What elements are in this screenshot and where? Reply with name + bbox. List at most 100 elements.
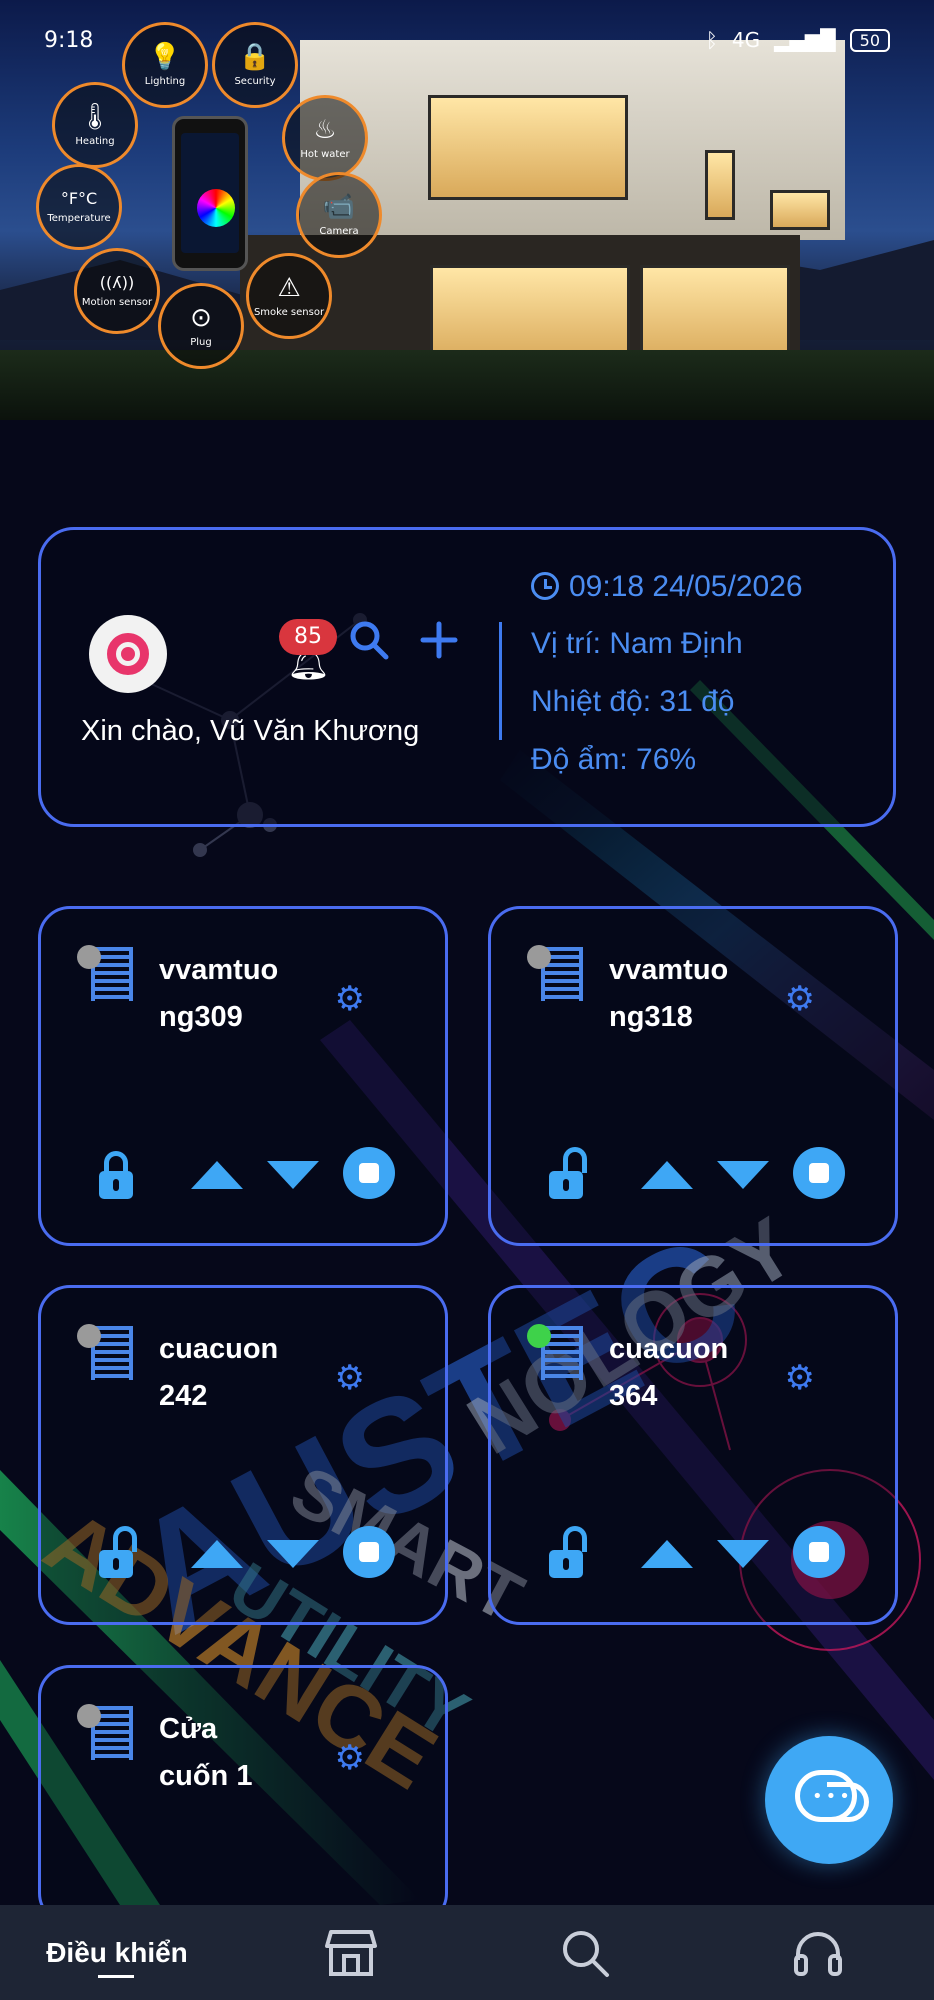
- signal-icon: ▂▄▆█: [774, 28, 836, 52]
- feature-hot-water-icon: ♨ Hot water: [282, 95, 368, 181]
- shutter-down-button[interactable]: [717, 1540, 769, 1568]
- hero-banner: 9:18 ᛒ 4G ▂▄▆█ 50 💡 Lighting 🔒 Security ♨ Hot…: [0, 0, 934, 420]
- device-name-line1: Cửa: [159, 1713, 218, 1745]
- device-card[interactable]: Cửa cuốn 1 ⚙: [38, 1665, 448, 1925]
- shutter-down-button[interactable]: [267, 1540, 319, 1568]
- feature-label: Smoke sensor: [253, 306, 325, 318]
- gear-icon[interactable]: ⚙: [785, 1358, 815, 1398]
- network-label: 4G: [731, 28, 761, 52]
- hot-water-icon: ♨: [313, 114, 337, 145]
- headset-icon: [794, 1931, 842, 1976]
- datetime-text: 09:18 24/05/2026: [569, 570, 803, 603]
- feature-label: Camera: [319, 225, 359, 237]
- device-name: Cửa cuốn 1: [159, 1706, 349, 1800]
- avatar[interactable]: [89, 615, 167, 693]
- camera-icon: 📹: [322, 191, 356, 222]
- device-status-dot: [77, 945, 101, 969]
- shutter-down-button[interactable]: [717, 1161, 769, 1189]
- device-card[interactable]: cuacuon 364 ⚙: [488, 1285, 898, 1625]
- search-icon: [563, 1930, 609, 1977]
- location-text: Vị trí: Nam Định: [531, 627, 743, 660]
- device-name-line2: 242: [159, 1380, 208, 1412]
- device-name: vvamtuo ng309: [159, 947, 349, 1041]
- unlock-icon[interactable]: [549, 1526, 587, 1578]
- nav-store[interactable]: [234, 1905, 468, 2000]
- device-name-line2: cuốn 1: [159, 1760, 253, 1792]
- shutter-stop-button[interactable]: [793, 1147, 845, 1199]
- shutter-stop-button[interactable]: [343, 1526, 395, 1578]
- greeting-text: Xin chào, Vũ Văn Khương: [81, 715, 420, 747]
- device-status-dot: [77, 1324, 101, 1348]
- notification-badge: 85: [279, 619, 337, 655]
- lock-icon[interactable]: [99, 1151, 133, 1199]
- temperature-text: Nhiệt độ: 31 độ: [531, 685, 735, 718]
- shutter-up-button[interactable]: [191, 1161, 243, 1189]
- feature-label: Heating: [75, 135, 115, 147]
- shutter-up-button[interactable]: [641, 1540, 693, 1568]
- feature-label: Hot water: [300, 148, 350, 160]
- search-button[interactable]: [345, 618, 393, 674]
- humidity-text: Độ ẩm: 76%: [531, 743, 697, 776]
- shutter-stop-button[interactable]: [343, 1147, 395, 1199]
- nav-search[interactable]: [468, 1905, 702, 2000]
- device-status-dot: [77, 1704, 101, 1728]
- notification-button[interactable]: 🔔︎ 85: [279, 619, 337, 683]
- lock-icon: 🔒: [238, 41, 272, 72]
- status-time: 9:18: [44, 28, 94, 53]
- search-icon: [350, 621, 389, 660]
- gear-icon[interactable]: ⚙: [335, 1358, 365, 1398]
- device-card[interactable]: vvamtuo ng309 ⚙: [38, 906, 448, 1246]
- smoke-sensor-icon: ⚠: [277, 272, 301, 303]
- feature-camera-icon: 📹 Camera: [296, 172, 382, 258]
- unlock-icon[interactable]: [99, 1526, 137, 1578]
- feature-smoke-sensor-icon: ⚠ Smoke sensor: [246, 253, 332, 339]
- info-card: 🔔︎ 85 Xin chào, Vũ Văn Khương 09:18 24/0…: [38, 527, 896, 827]
- feature-thermometer-icon: 🌡 Heating: [52, 82, 138, 168]
- feature-label: Plug: [190, 336, 212, 348]
- lightbulb-icon: 💡: [148, 41, 182, 72]
- lawn: [0, 350, 934, 420]
- shutter-stop-button[interactable]: [793, 1526, 845, 1578]
- device-name-line1: vvamtuo: [609, 954, 729, 986]
- device-card[interactable]: vvamtuo ng318 ⚙: [488, 906, 898, 1246]
- bottom-navigation: Điều khiển: [0, 1905, 934, 2000]
- gear-icon[interactable]: ⚙: [335, 979, 365, 1019]
- feature-label: Motion sensor: [81, 296, 153, 308]
- info-divider: [499, 622, 502, 740]
- gear-icon[interactable]: ⚙: [785, 979, 815, 1019]
- device-status-dot: [527, 945, 551, 969]
- chat-button[interactable]: •••: [765, 1736, 893, 1864]
- datetime-row: 09:18 24/05/2026: [531, 570, 803, 604]
- feature-label: Lighting: [144, 75, 186, 87]
- plus-icon: [420, 621, 458, 659]
- clock-icon: [531, 572, 559, 600]
- gear-icon[interactable]: ⚙: [335, 1738, 365, 1778]
- smartphone-illustration: [172, 116, 248, 271]
- temperature-icon: °F°C: [60, 188, 98, 208]
- store-icon: [325, 1929, 377, 1976]
- shutter-up-button[interactable]: [641, 1161, 693, 1189]
- device-status-dot: [527, 1324, 551, 1348]
- device-name-line1: cuacuon: [609, 1333, 729, 1365]
- shutter-down-button[interactable]: [267, 1161, 319, 1189]
- chat-icon: •••: [795, 1770, 857, 1822]
- nav-support[interactable]: [702, 1905, 934, 2000]
- shutter-up-button[interactable]: [191, 1540, 243, 1568]
- device-name-line2: 364: [609, 1380, 658, 1412]
- device-name: vvamtuo ng318: [609, 947, 799, 1041]
- add-device-button[interactable]: [415, 618, 463, 674]
- feature-motion-sensor-icon: ((ʎ)) Motion sensor: [74, 248, 160, 334]
- device-card[interactable]: cuacuon 242 ⚙: [38, 1285, 448, 1625]
- feature-plug-icon: ⊙ Plug: [158, 283, 244, 369]
- status-icons: ᛒ 4G ▂▄▆█ 50: [706, 28, 890, 52]
- unlock-icon[interactable]: [549, 1147, 587, 1199]
- feature-label: Temperature: [47, 212, 111, 224]
- nav-control[interactable]: Điều khiển: [0, 1905, 234, 2000]
- nav-control-label: Điều khiển: [46, 1936, 188, 1968]
- feature-label: Security: [234, 75, 276, 87]
- device-name-line2: ng318: [609, 1001, 693, 1033]
- nav-active-indicator: [98, 1975, 134, 1978]
- device-name-line2: ng309: [159, 1001, 243, 1033]
- device-name-line1: vvamtuo: [159, 954, 279, 986]
- device-name: cuacuon 364: [609, 1326, 799, 1420]
